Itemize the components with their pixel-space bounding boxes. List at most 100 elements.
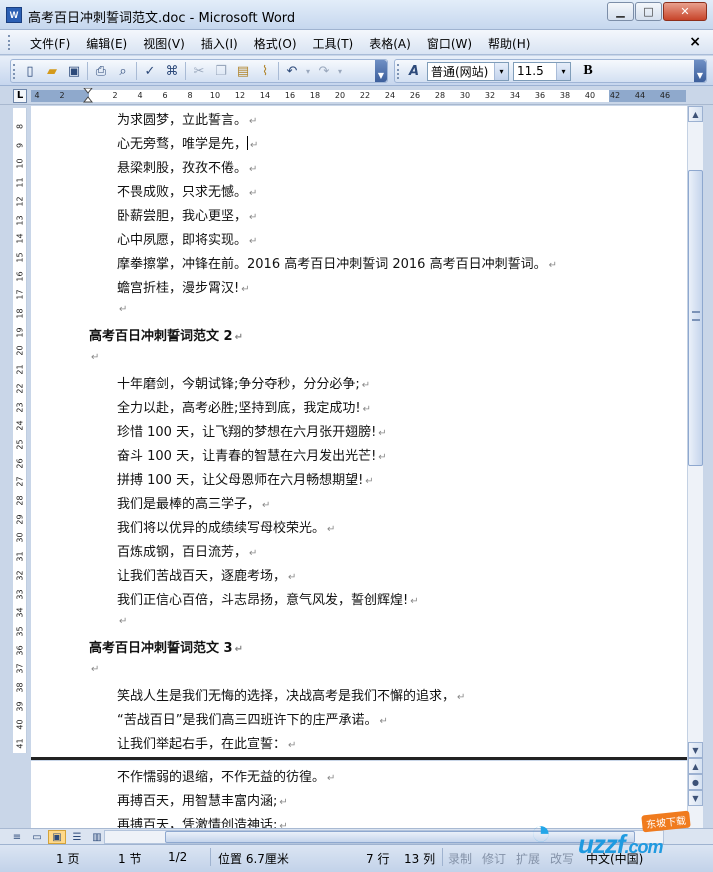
vertical-ruler-tick-label: 15 bbox=[15, 252, 25, 263]
status-track-changes[interactable]: 修订 bbox=[482, 850, 506, 867]
redo-icon[interactable]: ↷ bbox=[313, 61, 335, 81]
previous-page-icon[interactable]: ▲ bbox=[688, 758, 703, 774]
toolbar-options-chevron-icon[interactable]: ▼ bbox=[375, 60, 387, 82]
document-paragraph[interactable]: 我们是最棒的高三学子， ↵ bbox=[117, 493, 270, 512]
bold-button[interactable]: B bbox=[577, 61, 599, 81]
horizontal-ruler[interactable]: 4 2 2 4 6 8 10 12 14 16 18 20 22 24 26 28 30 32 34 36 38 40 42… bbox=[31, 88, 686, 104]
document-close-button[interactable]: × bbox=[689, 34, 701, 50]
scroll-down-icon[interactable]: ▼ bbox=[688, 742, 703, 758]
vertical-ruler-tick-label: 19 bbox=[15, 327, 25, 338]
menu-item[interactable]: 视图(V) bbox=[135, 35, 193, 52]
paragraph-mark-icon: ↵ bbox=[457, 692, 466, 703]
ruler-tick-label: 14 bbox=[259, 91, 271, 100]
document-paragraph[interactable]: 奋斗 100 天，让青春的智慧在六月发出光芒! ↵ bbox=[117, 445, 387, 464]
tab-selector[interactable]: L bbox=[13, 89, 27, 103]
undo-icon[interactable]: ↶ bbox=[281, 61, 303, 81]
maximize-button[interactable]: □ bbox=[635, 2, 662, 21]
undo-dropdown-icon[interactable]: ▾ bbox=[303, 61, 313, 81]
new-document-icon[interactable]: ▯ bbox=[19, 61, 41, 81]
print-icon[interactable]: ⎙ bbox=[90, 61, 112, 81]
document-page[interactable]: 为求圆梦，立此誓言。 ↵ 心无旁骛，唯学是先， ↵ 悬梁刺股，孜孜不倦。 ↵ 不畏成败，只求… bbox=[31, 106, 687, 758]
document-paragraph[interactable]: 卧薪尝胆，我心更坚， ↵ bbox=[117, 205, 257, 224]
menu-item[interactable]: 编辑(E) bbox=[78, 35, 135, 52]
menu-item[interactable]: 帮助(H) bbox=[480, 35, 538, 52]
select-browse-object-icon[interactable]: ● bbox=[688, 774, 703, 790]
save-icon[interactable]: ▣ bbox=[63, 61, 85, 81]
outline-view-icon[interactable]: ☰ bbox=[68, 830, 86, 844]
font-size-dropdown-icon[interactable]: ▾ bbox=[556, 62, 570, 80]
close-button[interactable]: ✕ bbox=[663, 2, 707, 21]
vertical-ruler[interactable]: 8 9 10 11 12 13 14 15 16 17 18 19 20 21 22 23 24 25 26 27 28… bbox=[13, 108, 27, 753]
ruler-tick-label: 26 bbox=[409, 91, 421, 100]
menu-item[interactable]: 格式(O) bbox=[246, 35, 305, 52]
print-preview-icon[interactable]: ⌕ bbox=[112, 61, 134, 81]
ruler-tick-label: 38 bbox=[559, 91, 571, 100]
document-paragraph[interactable]: 十年磨剑，今朝试锋;争分夺秒，分分必争; ↵ bbox=[117, 373, 370, 392]
status-position: 位置 6.7厘米 bbox=[218, 852, 289, 866]
copy-icon[interactable]: ❐ bbox=[210, 61, 232, 81]
spelling-icon[interactable]: ✓ bbox=[139, 61, 161, 81]
minimize-button[interactable]: ▁ bbox=[607, 2, 634, 21]
document-paragraph[interactable]: 百炼成钢，百日流芳， ↵ bbox=[117, 541, 257, 560]
document-paragraph[interactable]: ↵ bbox=[117, 613, 127, 628]
document-paragraph[interactable]: 全力以赴，高考必胜;坚持到底，我定成功! ↵ bbox=[117, 397, 371, 416]
document-paragraph[interactable]: 拼搏 100 天，让父母恩师在六月畅想期望! ↵ bbox=[117, 469, 374, 488]
open-folder-icon[interactable]: ▰ bbox=[41, 61, 63, 81]
document-paragraph[interactable]: ↵ bbox=[89, 661, 99, 676]
document-paragraph[interactable]: 再搏百天，凭激情创造神话; ↵ bbox=[117, 814, 288, 828]
document-paragraph[interactable]: 蟾宫折桂，漫步霄汉! ↵ bbox=[117, 277, 250, 296]
print-layout-view-icon[interactable]: ▣ bbox=[48, 830, 66, 844]
document-paragraph[interactable]: 不作懦弱的退缩，不作无益的彷徨。 ↵ bbox=[117, 766, 335, 785]
menu-item[interactable]: 文件(F) bbox=[22, 35, 78, 52]
document-paragraph[interactable]: 为求圆梦，立此誓言。 ↵ bbox=[117, 109, 257, 128]
menu-item[interactable]: 窗口(W) bbox=[419, 35, 480, 52]
format-painter-icon[interactable]: ⌇ bbox=[254, 61, 276, 81]
paragraph-text: 珍惜 100 天，让飞翔的梦想在六月张开翅膀! bbox=[117, 425, 377, 440]
menu-item[interactable]: 插入(I) bbox=[193, 35, 246, 52]
paste-icon[interactable]: ▤ bbox=[232, 61, 254, 81]
document-paragraph[interactable]: 不畏成败，只求无憾。 ↵ bbox=[117, 181, 257, 200]
document-paragraph[interactable]: 摩拳擦掌，冲锋在前。2016 高考百日冲刺誓词 2016 高考百日冲刺誓词。 ↵ bbox=[117, 253, 557, 272]
document-heading[interactable]: 高考百日冲刺誓词范文 2 ↵ bbox=[89, 325, 243, 344]
vertical-scrollbar[interactable]: ▲ ▼ ▲ ● ▼ bbox=[687, 106, 703, 828]
document-paragraph[interactable]: 让我们苦战百天，逐鹿考场， ↵ bbox=[117, 565, 296, 584]
menu-item[interactable]: 工具(T) bbox=[305, 35, 362, 52]
document-paragraph[interactable]: 让我们举起右手，在此宣誓： ↵ bbox=[117, 733, 296, 752]
logo-mark-icon: ◔ bbox=[530, 811, 552, 852]
document-paragraph[interactable]: 悬梁刺股，孜孜不倦。 ↵ bbox=[117, 157, 257, 176]
window-split-bar[interactable] bbox=[31, 757, 687, 760]
scroll-up-icon[interactable]: ▲ bbox=[688, 106, 703, 122]
document-paragraph[interactable]: 我们正信心百倍，斗志昂扬，意气风发，誓创辉煌! ↵ bbox=[117, 589, 419, 608]
title-bar[interactable]: W 高考百日冲刺誓词范文.doc - Microsoft Word ▁ □ ✕ bbox=[0, 0, 713, 30]
document-paragraph[interactable]: “苦战百日”是我们高三四班许下的庄严承诺。 ↵ bbox=[117, 709, 388, 728]
document-paragraph[interactable]: 笑战人生是我们无悔的选择，决战高考是我们不懈的追求， ↵ bbox=[117, 685, 465, 704]
styles-and-formatting-icon[interactable]: A bbox=[403, 61, 425, 81]
document-paragraph[interactable]: 珍惜 100 天，让飞翔的梦想在六月张开翅膀! ↵ bbox=[117, 421, 387, 440]
document-paragraph[interactable]: 再搏百天，用智慧丰富内涵; ↵ bbox=[117, 790, 288, 809]
next-page-icon[interactable]: ▼ bbox=[688, 790, 703, 806]
web-layout-view-icon[interactable]: ▭ bbox=[28, 830, 46, 844]
document-paragraph[interactable]: 我们将以优异的成绩续写母校荣光。 ↵ bbox=[117, 517, 335, 536]
menubar-grip[interactable] bbox=[8, 35, 12, 50]
style-dropdown-icon[interactable]: ▾ bbox=[494, 62, 508, 80]
vertical-scroll-thumb[interactable] bbox=[688, 170, 703, 466]
normal-view-icon[interactable]: ≡ bbox=[8, 830, 26, 844]
document-paragraph[interactable]: 心中夙愿，即将实现。 ↵ bbox=[117, 229, 257, 248]
vertical-ruler-tick-label: 21 bbox=[15, 364, 25, 375]
toolbar-options-chevron-icon[interactable]: ▼ bbox=[694, 60, 706, 82]
redo-dropdown-icon[interactable]: ▾ bbox=[335, 61, 345, 81]
paragraph-mark-icon: ↵ bbox=[279, 821, 288, 828]
style-select[interactable]: 普通(网站) ▾ bbox=[427, 61, 509, 81]
word-app-icon[interactable]: W bbox=[6, 7, 22, 23]
document-paragraph[interactable]: 心无旁骛，唯学是先， ↵ bbox=[117, 133, 258, 152]
document-heading[interactable]: 高考百日冲刺誓词范文 3 ↵ bbox=[89, 637, 243, 656]
vertical-ruler-tick-label: 8 bbox=[15, 123, 25, 130]
font-size-select[interactable]: 11.5 ▾ bbox=[513, 61, 571, 81]
indent-marker-icon[interactable] bbox=[83, 88, 93, 104]
menu-item[interactable]: 表格(A) bbox=[361, 35, 419, 52]
document-paragraph[interactable]: ↵ bbox=[89, 349, 99, 364]
research-icon[interactable]: ⌘ bbox=[161, 61, 183, 81]
cut-icon[interactable]: ✂ bbox=[188, 61, 210, 81]
document-paragraph[interactable]: ↵ bbox=[117, 301, 127, 316]
status-record[interactable]: 录制 bbox=[448, 850, 472, 867]
